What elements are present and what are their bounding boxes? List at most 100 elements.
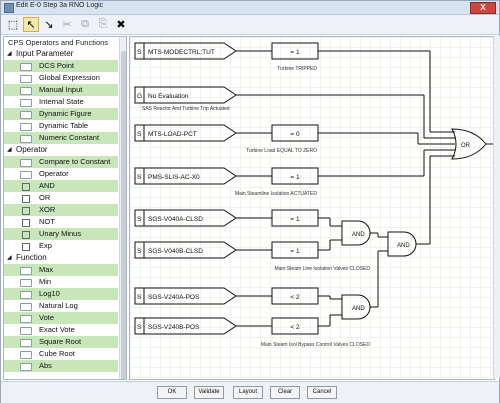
input-label-3: MTS-LOAD-PCT	[148, 131, 197, 138]
compare-value-6: < 2	[290, 294, 300, 301]
function-icon	[20, 339, 32, 347]
caption-1: Turbine TRIPPED	[277, 66, 317, 72]
input-label-5: SGS-V040A-CLSD	[148, 216, 203, 223]
toolbar: ⬚ ↖ ↘ ✂ ⧉ ⎘ ✖	[1, 15, 499, 35]
function-icon	[20, 267, 32, 275]
panel-title: CPS Operators and Functions	[8, 38, 109, 47]
list-item-internal-state[interactable]: Internal State	[4, 96, 118, 108]
list-item-exp[interactable]: Exp	[4, 240, 118, 252]
list-item-log10[interactable]: Log10	[4, 288, 118, 300]
input-type-5: S	[137, 216, 142, 223]
button-bar: OK Validate Layout Clear Cancel	[1, 381, 499, 403]
panel-scrollbar[interactable]	[119, 37, 126, 379]
cut-icon[interactable]: ✂	[59, 17, 75, 32]
parameter-icon	[20, 135, 32, 143]
cancel-button[interactable]: Cancel	[307, 386, 337, 399]
list-item-unary-minus[interactable]: Unary Minus	[4, 228, 118, 240]
list-item-natural-log[interactable]: Natural Log	[4, 300, 118, 312]
list-item-abs[interactable]: Abs	[4, 360, 118, 372]
layout-button[interactable]: Layout	[233, 386, 263, 399]
list-item-operator[interactable]: Operator	[4, 168, 118, 180]
or-gate-icon	[22, 195, 30, 203]
caption-6: Main Steam Isol Bypass Control Valves CL…	[261, 342, 371, 348]
parameter-icon	[20, 87, 32, 95]
operator-icon	[20, 159, 32, 167]
function-icon	[20, 279, 32, 287]
connect-icon[interactable]: ↘	[41, 17, 57, 32]
input-label-1: MTS-MODECTRL:TUT	[148, 49, 215, 56]
compare-value-4: = 1	[290, 216, 300, 223]
list-item-and[interactable]: AND	[4, 180, 118, 192]
input-label-4: PMS-SLIS-AC-X0	[148, 174, 200, 181]
select-icon[interactable]: ⬚	[5, 17, 21, 32]
input-type-3: S	[137, 131, 142, 138]
input-type-6: S	[137, 248, 142, 255]
title-bar: Edit E-0 Step 3a RNO Logic X	[1, 1, 499, 15]
validate-button[interactable]: Validate	[194, 386, 224, 399]
category-input-parameter[interactable]: ◢ Input Parameter	[4, 48, 118, 60]
input-label-6: SGS-V040B-CLSD	[148, 248, 203, 255]
collapse-icon[interactable]: ◢	[7, 144, 12, 156]
collapse-icon[interactable]: ◢	[7, 252, 12, 264]
category-function[interactable]: ◢ Function	[4, 252, 118, 264]
input-label-2: No Evaluation	[148, 93, 189, 100]
pointer-icon[interactable]: ↖	[23, 17, 39, 32]
and-gate-1-label: AND	[352, 232, 365, 238]
parameter-icon	[20, 63, 32, 71]
collapse-icon[interactable]: ◢	[7, 48, 12, 60]
canvas-scrollbar[interactable]	[493, 36, 500, 378]
function-icon	[20, 303, 32, 311]
list-item-dynamic-figure[interactable]: Dynamic Figure	[4, 108, 118, 120]
copy-icon[interactable]: ⧉	[77, 17, 93, 32]
paste-icon[interactable]: ⎘	[95, 17, 111, 32]
app-icon	[4, 3, 14, 13]
list-item-square-root[interactable]: Square Root	[4, 336, 118, 348]
logic-diagram[interactable]: S MTS-MODECTRL:TUT G No Evaluation S MTS…	[130, 37, 494, 379]
list-item-cube-root[interactable]: Cube Root	[4, 348, 118, 360]
list-item-dynamic-table[interactable]: Dynamic Table	[4, 120, 118, 132]
list-item-xor[interactable]: XOR	[4, 204, 118, 216]
close-button[interactable]: X	[470, 2, 496, 14]
list-item-exact-vote[interactable]: Exact Vote	[4, 324, 118, 336]
logic-editor-window: Edit E-0 Step 3a RNO Logic X ⬚ ↖ ↘ ✂ ⧉ ⎘…	[0, 0, 500, 403]
delete-icon[interactable]: ✖	[113, 17, 129, 32]
list-item-or[interactable]: OR	[4, 192, 118, 204]
compare-value-5: = 1	[290, 248, 300, 255]
list-item-not[interactable]: NOT	[4, 216, 118, 228]
and-gate-2-label: AND	[352, 306, 365, 312]
function-icon	[20, 315, 32, 323]
caption-5: Main Steam Line Isolation Valves CLOSED	[274, 266, 370, 272]
list-item-dcs-point[interactable]: DCS Point	[4, 60, 118, 72]
exp-icon	[22, 243, 30, 251]
parameter-icon	[20, 111, 32, 119]
input-type-2: G	[137, 93, 142, 100]
caption-2: SAS Reactor And Turbine Trip Actuated	[142, 106, 230, 112]
list-item-min[interactable]: Min	[4, 276, 118, 288]
function-icon	[20, 291, 32, 299]
input-type-7: S	[137, 294, 142, 301]
unary-minus-icon	[22, 231, 30, 239]
list-item-global-expression[interactable]: Global Expression	[4, 72, 118, 84]
ok-button[interactable]: OK	[157, 386, 187, 399]
operators-panel: CPS Operators and Functions ◢ Input Param…	[3, 36, 127, 380]
compare-value-1: = 1	[290, 49, 300, 56]
caption-4: Main Steamline Isolation ACTUATED	[235, 191, 318, 197]
logic-canvas[interactable]: S MTS-MODECTRL:TUT G No Evaluation S MTS…	[129, 36, 495, 380]
input-label-7: SGS-V240A-POS	[148, 294, 200, 301]
and-gate-icon	[22, 183, 30, 191]
category-operator[interactable]: ◢ Operator	[4, 144, 118, 156]
and-gate-3-label: AND	[397, 243, 410, 249]
list-item-max[interactable]: Max	[4, 264, 118, 276]
list-item-numeric-constant[interactable]: Numeric Constant	[4, 132, 118, 144]
function-icon	[20, 327, 32, 335]
operator-icon	[20, 171, 32, 179]
clear-button[interactable]: Clear	[270, 386, 300, 399]
parameter-icon	[20, 99, 32, 107]
input-type-1: S	[137, 49, 142, 56]
input-type-4: S	[137, 174, 142, 181]
list-item-manual-input[interactable]: Manual Input	[4, 84, 118, 96]
list-item-compare-to-constant[interactable]: Compare to Constant	[4, 156, 118, 168]
list-item-vote[interactable]: Vote	[4, 312, 118, 324]
scroll-thumb[interactable]	[121, 51, 126, 379]
function-icon	[20, 363, 32, 371]
